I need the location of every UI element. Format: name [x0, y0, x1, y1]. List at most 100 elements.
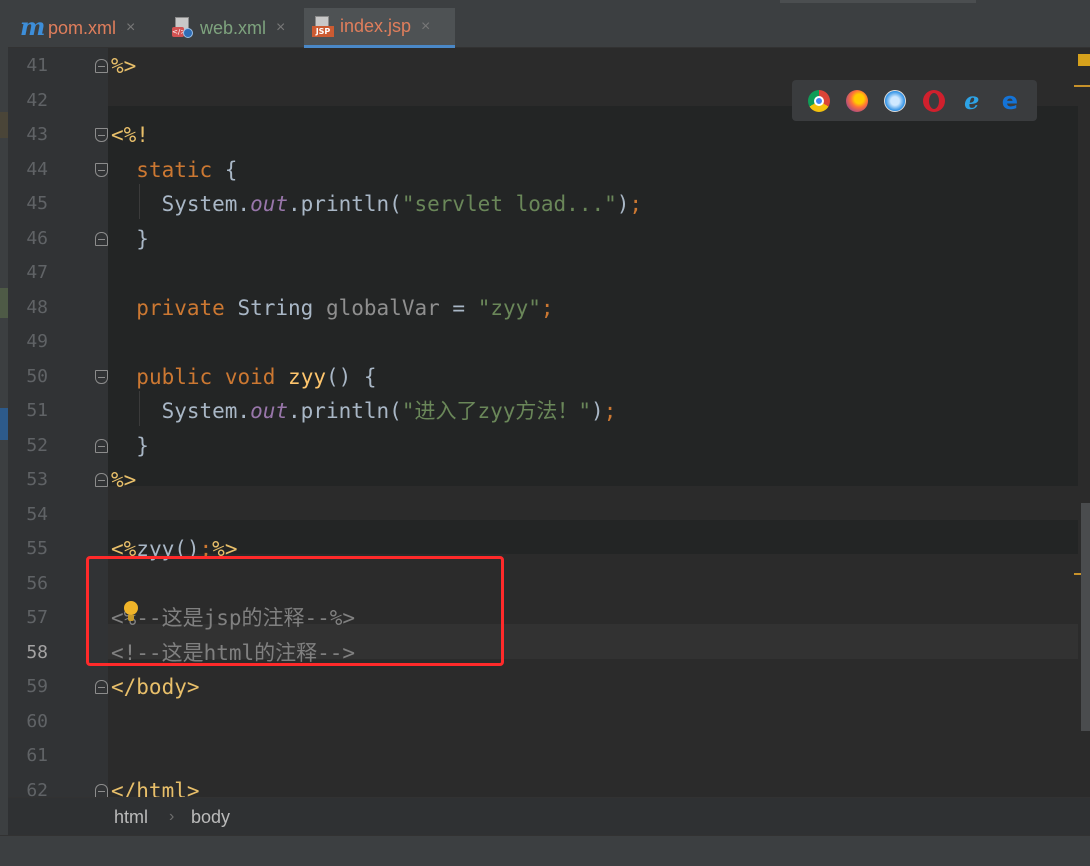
strip-marker [0, 408, 8, 440]
code-line[interactable]: public void zyy() { [111, 360, 377, 395]
code-line[interactable]: } [111, 429, 149, 464]
line-number[interactable]: 46 [16, 222, 48, 257]
line-number[interactable]: 50 [16, 360, 48, 395]
line-number-gutter: 41 42 43 44 45 46 47 48 49 50 51 52 53 54 55 56 57 58 59 60… [8, 48, 110, 801]
line-number[interactable]: 61 [16, 739, 48, 774]
line-number[interactable]: 53 [16, 463, 48, 498]
code-line[interactable]: System.out.println("servlet load..."); [111, 187, 643, 222]
error-stripe [1074, 48, 1090, 797]
line-number[interactable]: 52 [16, 429, 48, 464]
fold-collapse-icon[interactable] [95, 473, 108, 487]
code-editor[interactable]: %> <%! static { System.out.println("servl… [108, 48, 1078, 797]
fold-collapse-icon[interactable] [95, 783, 108, 798]
code-token: ; [540, 295, 554, 320]
chrome-icon[interactable] [808, 89, 831, 112]
code-token: .println( [288, 399, 402, 423]
line-number[interactable]: 56 [16, 567, 48, 602]
firefox-icon[interactable] [846, 89, 869, 112]
line-number[interactable]: 58 [16, 636, 48, 671]
annotation-highlight-box [86, 556, 504, 666]
tab-web-xml[interactable]: </> web.xml × [164, 8, 293, 48]
line-number[interactable]: 60 [16, 705, 48, 740]
breadcrumb-html[interactable]: html [114, 798, 148, 836]
code-token: public [136, 364, 213, 389]
opera-icon[interactable] [922, 89, 945, 112]
line-number[interactable]: 41 [16, 49, 48, 84]
code-line[interactable]: System.out.println("进入了zyy方法！"); [111, 394, 617, 429]
code-token: <%! [111, 123, 149, 147]
code-token: } [111, 433, 149, 458]
browser-preview-bar: e e [792, 80, 1037, 121]
fold-collapse-icon[interactable] [95, 680, 108, 694]
stripe-marker[interactable] [1074, 85, 1090, 87]
line-number[interactable]: 47 [16, 256, 48, 291]
line-number[interactable]: 44 [16, 153, 48, 188]
line-number[interactable]: 43 [16, 118, 48, 153]
code-token: globalVar [325, 295, 440, 320]
code-token: .println( [288, 192, 402, 216]
code-line[interactable]: private String globalVar = "zyy"; [111, 291, 554, 326]
code-token: ) [591, 399, 604, 423]
line-number[interactable]: 49 [16, 325, 48, 360]
tab-label: pom.xml [48, 17, 117, 38]
fold-expand-icon[interactable] [95, 162, 108, 177]
fold-expand-icon[interactable] [95, 128, 108, 142]
breadcrumb-body[interactable]: body [191, 798, 230, 836]
warning-marker[interactable] [1078, 54, 1090, 66]
code-token: System. [111, 192, 251, 216]
tab-pom-xml[interactable]: m pom.xml × [12, 8, 143, 48]
code-token: = [439, 295, 478, 320]
chevron-right-icon: › [169, 808, 175, 825]
code-line[interactable]: <%! [111, 118, 149, 153]
close-icon[interactable]: × [421, 18, 430, 36]
line-number[interactable]: 59 [16, 670, 48, 705]
scrollbar-thumb[interactable] [1081, 503, 1090, 731]
code-token: out [250, 192, 289, 216]
internet-explorer-icon[interactable]: e [961, 88, 983, 112]
code-token: out [250, 399, 289, 423]
code-line[interactable]: </html> [111, 774, 200, 798]
code-line[interactable]: %> [111, 463, 136, 498]
line-number[interactable]: 54 [16, 498, 48, 533]
jsp-scriptlet-highlight [108, 520, 1078, 554]
strip-marker [0, 112, 8, 138]
code-line[interactable]: static { [111, 153, 237, 188]
code-token: } [111, 226, 149, 251]
code-token: </body> [111, 675, 200, 699]
close-icon[interactable]: × [126, 19, 135, 37]
web-xml-file-icon: </> [172, 17, 194, 39]
code-token: System. [111, 399, 251, 423]
code-line[interactable]: } [111, 222, 149, 257]
edge-icon[interactable]: e [999, 89, 1021, 113]
line-number[interactable]: 42 [16, 84, 48, 119]
maven-m-icon: m [20, 12, 46, 41]
fold-collapse-icon[interactable] [95, 438, 108, 453]
safari-icon[interactable] [884, 89, 907, 112]
code-token: private [136, 295, 225, 320]
tool-window-strip [0, 0, 8, 866]
code-token: () { [325, 364, 377, 389]
line-number[interactable]: 45 [16, 187, 48, 222]
code-line[interactable]: </body> [111, 670, 200, 705]
code-token: ) [616, 192, 630, 216]
tab-index-jsp[interactable]: JSP index.jsp × [304, 8, 455, 48]
breadcrumb: html › body [8, 797, 1090, 835]
tab-bar-edge [780, 0, 976, 3]
line-number[interactable]: 51 [16, 394, 48, 429]
code-line[interactable]: %> [111, 49, 136, 84]
code-token: "进入了zyy方法！" [401, 399, 592, 423]
fold-collapse-icon[interactable] [95, 59, 108, 73]
fold-collapse-icon[interactable] [95, 231, 108, 246]
line-number[interactable]: 57 [16, 601, 48, 636]
editor-tab-bar: m pom.xml × </> web.xml × JSP index.jsp … [8, 0, 1090, 48]
status-bar [0, 835, 1090, 866]
close-icon[interactable]: × [276, 19, 285, 37]
code-token: %> [111, 468, 137, 492]
code-token: { [212, 157, 238, 182]
line-number[interactable]: 48 [16, 291, 48, 326]
fold-expand-icon[interactable] [95, 369, 108, 384]
line-number[interactable]: 55 [16, 532, 48, 567]
